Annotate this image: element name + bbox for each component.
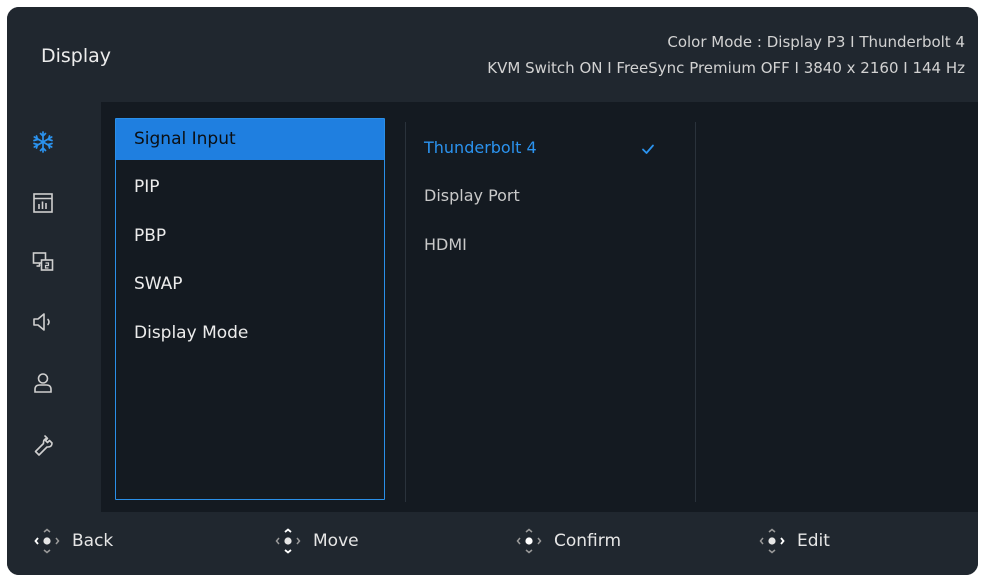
page-title: Display [41,45,112,67]
osd-window: Display Color Mode : Display P3 I Thunde… [7,7,978,575]
main-panel: Signal Input PIP PBP SWAP Display Mode T… [101,102,978,512]
option-thunderbolt-4[interactable]: Thunderbolt 4 [424,138,537,157]
picture-icon[interactable] [30,190,56,216]
brightness-icon[interactable] [30,129,56,155]
confirm-label: Confirm [554,531,622,551]
column-divider [695,122,696,502]
move-hint[interactable]: Move [273,526,359,556]
wrench-icon[interactable] [30,432,56,458]
joystick-updown-icon [275,528,301,554]
checkmark-icon [642,144,654,154]
user-icon[interactable] [30,370,56,396]
menu-item-swap[interactable]: SWAP [116,264,384,305]
edit-hint[interactable]: Edit [757,526,830,556]
option-hdmi[interactable]: HDMI [424,235,467,254]
settings-menu: Signal Input PIP PBP SWAP Display Mode [115,118,385,500]
joystick-press-icon [516,528,542,554]
joystick-left-icon [34,528,60,554]
confirm-hint[interactable]: Confirm [514,526,621,556]
category-sidebar [7,102,101,512]
move-label: Move [313,531,359,551]
joystick-right-icon [759,528,785,554]
menu-item-pbp[interactable]: PBP [116,216,384,257]
back-label: Back [72,531,114,551]
column-divider [405,122,406,502]
footer-bar: Back Move Confirm Edit [7,512,978,575]
back-hint[interactable]: Back [32,526,113,556]
pip-icon[interactable] [30,249,56,275]
menu-item-pip[interactable]: PIP [116,167,384,208]
status-line-1: Color Mode : Display P3 I Thunderbolt 4 [667,33,965,51]
menu-item-signal-input[interactable]: Signal Input [116,119,384,160]
header-bar: Display Color Mode : Display P3 I Thunde… [7,7,978,102]
edit-label: Edit [797,531,830,551]
speaker-icon[interactable] [30,309,56,335]
option-display-port[interactable]: Display Port [424,186,520,205]
menu-item-display-mode[interactable]: Display Mode [116,313,384,354]
status-line-2: KVM Switch ON I FreeSync Premium OFF I 3… [487,59,965,77]
